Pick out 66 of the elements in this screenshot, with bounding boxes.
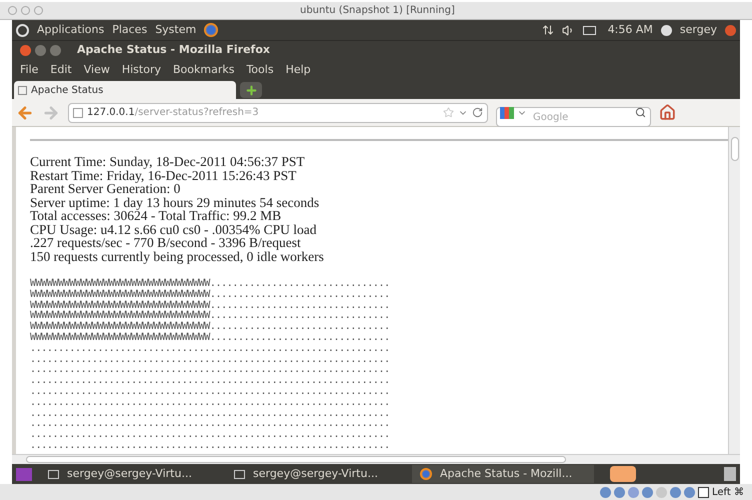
page-icon xyxy=(18,86,27,94)
scoreboard-row: ................................................................ xyxy=(30,440,390,452)
status-line: Parent Server Generation: 0 xyxy=(30,182,180,196)
status-line: Total accesses: 30624 - Total Traffic: 99.2 MB xyxy=(30,209,282,222)
panel-menu[interactable]: Places xyxy=(112,22,148,38)
menu-item[interactable]: Help xyxy=(286,62,311,78)
status-line: .227 requests/sec - 770 B/second - 3396 B/request xyxy=(30,236,301,250)
vertical-scrollbar[interactable] xyxy=(728,127,740,454)
search-icon[interactable] xyxy=(635,106,646,118)
terminal-icon xyxy=(48,470,59,478)
maximize-icon[interactable] xyxy=(50,45,61,56)
user-name[interactable]: sergey xyxy=(680,22,717,38)
scoreboard-row: WWWWWWWWWWWWWWWWWWWWWWWWWWWWWWWW................................ xyxy=(30,332,390,344)
menu-item[interactable]: View xyxy=(84,62,110,78)
scoreboard-row-text: WWWWWWWWWWWWWWWWWWWWWWWWWWWWWWWW................................ xyxy=(30,311,390,322)
tab-label: Apache Status xyxy=(31,84,104,98)
network-icon[interactable] xyxy=(542,24,554,36)
scoreboard-row: ................................................................ xyxy=(30,365,390,376)
ubuntu-logo-icon[interactable] xyxy=(16,24,29,36)
scoreboard-row-text: WWWWWWWWWWWWWWWWWWWWWWWWWWWWWWWW................................ xyxy=(30,290,390,300)
panel-menu[interactable]: System xyxy=(155,22,196,38)
page-icon xyxy=(73,108,83,118)
menu-item[interactable]: Edit xyxy=(50,62,72,78)
taskbar-button[interactable]: Apache Status - Mozill... xyxy=(412,465,594,483)
scoreboard-row: ................................................................ xyxy=(30,419,390,430)
window-title: ubuntu (Snapshot 1) [Running] xyxy=(300,4,455,18)
horizontal-scrollbar[interactable] xyxy=(12,454,740,464)
scoreboard-row-text: WWWWWWWWWWWWWWWWWWWWWWWWWWWWWWWW................................ xyxy=(30,322,390,332)
scoreboard-row: ................................................................ xyxy=(30,430,390,441)
panel-menu[interactable]: Applications xyxy=(37,22,104,38)
search-engine-icon[interactable] xyxy=(500,106,514,118)
star-icon[interactable] xyxy=(443,107,454,118)
scoreboard-row: ................................................................ xyxy=(30,344,390,355)
menu-item[interactable]: Bookmarks xyxy=(172,62,234,78)
status-line: Current Time: Sunday, 18-Dec-2011 04:56:37 PST xyxy=(30,155,305,168)
forward-arrow-icon[interactable] xyxy=(42,104,60,122)
reload-icon[interactable] xyxy=(472,107,483,118)
clock[interactable]: 4:56 AM xyxy=(608,22,653,38)
home-icon[interactable] xyxy=(659,104,676,121)
menu-item[interactable]: History xyxy=(122,62,161,78)
workspace-icon[interactable] xyxy=(16,468,32,480)
terminal-icon xyxy=(234,470,245,478)
plus-icon xyxy=(244,84,258,96)
address-field[interactable]: 127.0.0.1/server-status?refresh=3 xyxy=(68,102,488,122)
scoreboard-row-text: WWWWWWWWWWWWWWWWWWWWWWWWWWWWWWWW................................ xyxy=(30,279,390,290)
search-field[interactable]: Google xyxy=(496,107,651,127)
scoreboard-row: ................................................................ xyxy=(30,408,390,420)
menu-item[interactable]: File xyxy=(20,62,38,78)
scoreboard-row: ................................................................ xyxy=(30,354,390,366)
scoreboard-row: ................................................................ xyxy=(30,376,390,387)
host-key-label: Left ⌘ xyxy=(712,486,744,500)
status-line: Server uptime: 1 day 13 hours 29 minutes 54 seconds xyxy=(30,196,320,209)
scoreboard-row: ................................................................ xyxy=(30,386,390,398)
browser-tab[interactable]: Apache Status xyxy=(14,81,236,99)
speaker-icon[interactable] xyxy=(562,24,575,36)
new-tab-button[interactable] xyxy=(240,82,262,98)
scoreboard-row-text: WWWWWWWWWWWWWWWWWWWWWWWWWWWWWWWW................................ xyxy=(30,300,390,311)
status-line: 150 requests currently being processed, 0 idle workers xyxy=(30,250,324,263)
window-title: Apache Status - Mozilla Firefox xyxy=(77,42,270,58)
status-line: CPU Usage: u4.12 s.66 cu0 cs0 - .00354% CPU load xyxy=(30,222,316,236)
close-icon[interactable] xyxy=(20,45,31,56)
menu-item[interactable]: Tools xyxy=(246,62,274,78)
status-line: Restart Time: Friday, 16-Dec-2011 15:26:43 PST xyxy=(30,168,296,182)
scoreboard-row: ................................................................ xyxy=(30,398,390,409)
minimize-icon[interactable] xyxy=(35,45,46,56)
url-text: 127.0.0.1/server-status?refresh=3 xyxy=(87,106,259,120)
